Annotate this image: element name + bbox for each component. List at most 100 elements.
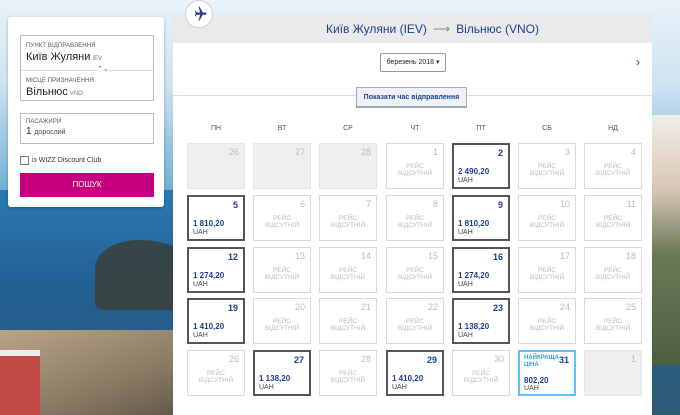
- day-number: 20: [294, 302, 305, 312]
- route-from: Київ Жуляни (IEV): [325, 22, 427, 36]
- search-panel: Пункт відправлення Київ Жуляни IEV ⌃⌄ Міс…: [8, 17, 164, 207]
- fare-currency: UAH: [392, 384, 407, 391]
- day-number: 3: [564, 147, 570, 157]
- calendar-day-cell: 28: [319, 143, 377, 189]
- no-flight-label: РЕЙС ВІДСУТНІЙ: [529, 215, 565, 229]
- calendar-day-cell[interactable]: 9 1 810,20 UAH: [452, 195, 510, 241]
- discount-label: із WIZZ Discount Club: [32, 156, 102, 164]
- calendar-day-cell: 21 РЕЙС ВІДСУТНІЙ: [319, 298, 377, 344]
- weekday-label: ПТ: [476, 125, 486, 132]
- passengers-field[interactable]: Пасажири 1 дорослий: [20, 113, 154, 144]
- show-times-button[interactable]: Показати час відправлення: [356, 87, 467, 108]
- calendar-day-cell: 15 РЕЙС ВІДСУТНІЙ: [386, 247, 444, 293]
- route-fields: Пункт відправлення Київ Жуляни IEV ⌃⌄ Міс…: [20, 35, 154, 101]
- day-number: 31: [558, 355, 569, 365]
- no-flight-label: РЕЙС ВІДСУТНІЙ: [264, 267, 300, 281]
- plane-icon: [185, 0, 213, 28]
- day-number: 21: [360, 302, 371, 312]
- day-number: 27: [294, 147, 305, 157]
- fare-currency: UAH: [259, 384, 274, 391]
- weekday-label: ЧТ: [410, 125, 420, 132]
- fare-currency: UAH: [458, 229, 473, 236]
- calendar-day-cell: 8 РЕЙС ВІДСУТНІЙ: [386, 195, 444, 241]
- discount-checkbox[interactable]: [20, 155, 29, 165]
- passengers-label: Пасажири: [26, 119, 62, 125]
- caret-down-icon: ▾: [435, 59, 440, 66]
- no-flight-label: РЕЙС ВІДСУТНІЙ: [397, 215, 433, 229]
- day-number: 25: [625, 302, 636, 312]
- swap-icon[interactable]: ⌃⌄: [97, 65, 109, 75]
- discount-club-option[interactable]: із WIZZ Discount Club: [20, 154, 101, 166]
- calendar-day-cell[interactable]: 29 1 410,20 UAH: [386, 350, 444, 396]
- calendar-panel: Київ Жуляни (IEV) ⟶ Вільнюс (VNO) березень…: [173, 15, 652, 415]
- no-flight-label: РЕЙС ВІДСУТНІЙ: [397, 163, 433, 177]
- calendar-day-cell: 17 РЕЙС ВІДСУТНІЙ: [518, 247, 576, 293]
- no-flight-label: РЕЙС ВІДСУТНІЙ: [397, 318, 433, 332]
- day-number: 8: [432, 199, 438, 209]
- weekday-label: ПН: [210, 125, 222, 132]
- calendar-day-cell[interactable]: 2 2 490,20 UAH: [452, 143, 510, 189]
- fare-currency: UAH: [193, 229, 208, 236]
- month-select[interactable]: березень 2018 ▾: [380, 53, 446, 72]
- day-number: 5: [232, 200, 238, 210]
- origin-field[interactable]: Київ Жуляни IEV: [26, 51, 102, 63]
- calendar-day-cell: 3 РЕЙС ВІДСУТНІЙ: [518, 143, 576, 189]
- fare-currency: UAH: [524, 385, 539, 392]
- no-flight-label: РЕЙС ВІДСУТНІЙ: [330, 215, 366, 229]
- day-number: 1: [630, 354, 636, 364]
- fare-currency: UAH: [193, 281, 208, 288]
- calendar-day-cell[interactable]: 5 1 810,20 UAH: [187, 195, 245, 241]
- origin-value: Київ Жуляни: [26, 51, 91, 63]
- fare-price: 1 810,20: [458, 219, 490, 228]
- day-number: 12: [227, 252, 238, 262]
- destination-field[interactable]: Вільнюс VNO: [26, 86, 83, 98]
- day-number: 4: [630, 147, 636, 157]
- route-divider: [21, 70, 153, 71]
- calendar-day-cell[interactable]: 23 1 138,20 UAH: [452, 298, 510, 344]
- calendar-day-cell[interactable]: 16 1 274,20 UAH: [452, 247, 510, 293]
- chevron-right-icon[interactable]: ›: [636, 55, 640, 69]
- no-flight-label: РЕЙС ВІДСУТНІЙ: [264, 215, 300, 229]
- calendar-day-cell: 7 РЕЙС ВІДСУТНІЙ: [319, 195, 377, 241]
- plane-icon-svg: [194, 6, 207, 21]
- calendar-day-cell[interactable]: 31 НАЙКРАЩА ЦІНА 802,20 UAH: [518, 350, 576, 396]
- calendar-day-cell[interactable]: 19 1 410,20 UAH: [187, 298, 245, 344]
- day-number: 28: [360, 147, 371, 157]
- calendar-day-cell: 25 РЕЙС ВІДСУТНІЙ: [584, 298, 642, 344]
- day-number: 15: [427, 251, 438, 261]
- day-number: 27: [293, 355, 304, 365]
- day-number: 9: [497, 200, 503, 210]
- day-number: 17: [559, 251, 570, 261]
- month-value: березень 2018: [386, 59, 435, 66]
- fare-price: 2 490,20: [458, 167, 490, 176]
- day-number: 30: [493, 354, 504, 364]
- day-number: 24: [559, 302, 570, 312]
- day-number: 18: [625, 251, 636, 261]
- fare-currency: UAH: [458, 332, 473, 339]
- weekday-label: СР: [343, 125, 353, 132]
- fare-price: 1 810,20: [193, 219, 225, 228]
- calendar-day-cell[interactable]: 27 1 138,20 UAH: [253, 350, 311, 396]
- day-number: 2: [497, 148, 503, 158]
- calendar-day-cell: 18 РЕЙС ВІДСУТНІЙ: [584, 247, 642, 293]
- calendar-day-cell[interactable]: 12 1 274,20 UAH: [187, 247, 245, 293]
- calendar-day-cell: 14 РЕЙС ВІДСУТНІЙ: [319, 247, 377, 293]
- no-flight-label: РЕЙС ВІДСУТНІЙ: [397, 267, 433, 281]
- fare-currency: UAH: [193, 332, 208, 339]
- no-flight-label: РЕЙС ВІДСУТНІЙ: [595, 163, 631, 177]
- passengers-unit: дорослий: [34, 129, 66, 136]
- calendar-day-cell: 22 РЕЙС ВІДСУТНІЙ: [386, 298, 444, 344]
- calendar-day-cell: 27: [253, 143, 311, 189]
- search-button[interactable]: Пошук: [20, 173, 154, 197]
- passengers-value-wrap: 1 дорослий: [26, 126, 66, 137]
- calendar-day-cell: 26: [187, 143, 245, 189]
- calendar-day-cell: 1: [584, 350, 642, 396]
- calendar-day-cell: 28 РЕЙС ВІДСУТНІЙ: [319, 350, 377, 396]
- calendar-day-cell: 6 РЕЙС ВІДСУТНІЙ: [253, 195, 311, 241]
- no-flight-label: РЕЙС ВІДСУТНІЙ: [463, 370, 499, 384]
- no-flight-label: РЕЙС ВІДСУТНІЙ: [529, 318, 565, 332]
- day-number: 26: [228, 354, 239, 364]
- fare-price: 1 274,20: [193, 271, 225, 280]
- fare-currency: UAH: [458, 177, 473, 184]
- day-number: 6: [299, 199, 305, 209]
